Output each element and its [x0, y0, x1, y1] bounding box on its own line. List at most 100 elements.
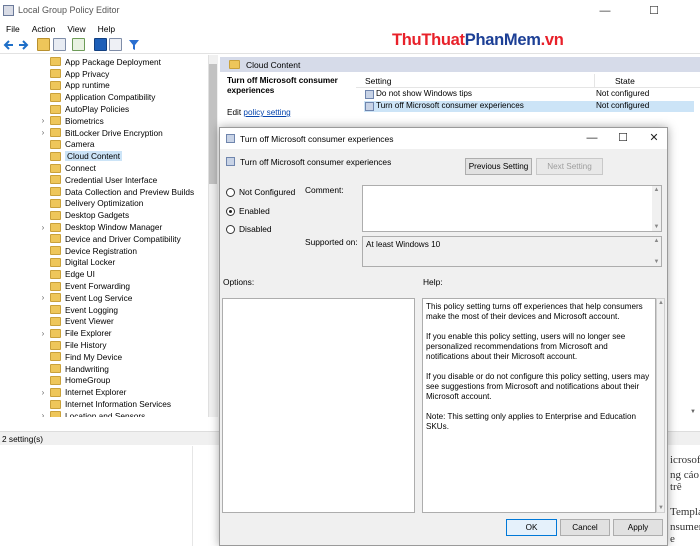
background-text-fragment: Templat	[670, 506, 700, 518]
scroll-up-icon[interactable]: ▲	[657, 300, 665, 306]
chevron-right-icon[interactable]: ›	[39, 128, 47, 137]
next-setting-button[interactable]: Next Setting	[536, 158, 603, 175]
scroll-down-icon[interactable]: ▼	[657, 505, 665, 511]
comment-textarea[interactable]: ▲ ▼	[362, 185, 662, 232]
tree-item[interactable]: Credential User Interface	[41, 174, 157, 186]
chevron-right-icon[interactable]: ›	[39, 388, 47, 397]
export-list-icon[interactable]	[72, 38, 85, 51]
properties-icon[interactable]	[109, 38, 122, 51]
tree-item[interactable]: AutoPlay Policies	[41, 103, 129, 115]
tree-item[interactable]: › File Explorer	[41, 327, 112, 339]
tree-item[interactable]: Data Collection and Preview Builds	[41, 186, 194, 198]
tree-item[interactable]: App Package Deployment	[41, 56, 161, 68]
help-icon[interactable]	[94, 38, 107, 51]
tree-item[interactable]: Digital Locker	[41, 257, 115, 269]
radio-dot-selected	[226, 206, 235, 216]
cancel-button[interactable]: Cancel	[560, 519, 610, 536]
help-panel: This policy setting turns off experience…	[422, 298, 656, 513]
edit-policy-link[interactable]: policy setting	[243, 108, 290, 117]
chevron-right-icon[interactable]: ›	[39, 223, 47, 232]
tree-item[interactable]: Camera	[41, 139, 95, 151]
tree-item[interactable]: Edge UI	[41, 268, 95, 280]
tree-item[interactable]: Handwriting	[41, 363, 109, 375]
toolbar	[0, 36, 700, 54]
dialog-maximize-button[interactable]: ☐	[609, 130, 637, 147]
background-divider	[192, 446, 193, 546]
tree-item-selected[interactable]: Cloud Content	[41, 150, 123, 162]
tree-item[interactable]: Event Forwarding	[41, 280, 130, 292]
radio-dot	[226, 187, 235, 197]
radio-disabled[interactable]: Disabled	[226, 224, 272, 234]
tree-item[interactable]: Desktop Gadgets	[41, 209, 129, 221]
tree-scrollbar-thumb[interactable]	[209, 64, 217, 184]
tree-item[interactable]: Application Compatibility	[41, 91, 155, 103]
tree-item-label: Event Log Service	[65, 292, 133, 303]
show-hide-tree-icon[interactable]	[53, 38, 66, 51]
tree-item[interactable]: File History	[41, 339, 107, 351]
policy-setting-icon	[226, 157, 235, 166]
tree-item[interactable]: › Internet Explorer	[39, 386, 127, 398]
radio-enabled[interactable]: Enabled	[226, 206, 270, 216]
scroll-down-icon[interactable]: ▼	[652, 224, 661, 230]
dialog-close-button[interactable]: ✕	[640, 130, 668, 147]
back-arrow-icon[interactable]	[3, 39, 15, 51]
up-folder-icon[interactable]	[37, 38, 50, 51]
scroll-down-icon[interactable]: ▼	[652, 259, 661, 265]
tree-item[interactable]: Event Logging	[41, 304, 118, 316]
menu-file[interactable]: File	[0, 22, 26, 36]
menu-view[interactable]: View	[61, 22, 91, 36]
chevron-right-icon[interactable]: ›	[39, 411, 47, 417]
help-scrollbar[interactable]: ▲ ▼	[656, 298, 665, 513]
column-state[interactable]: State	[615, 76, 635, 86]
tree-item[interactable]: Device Registration	[41, 245, 137, 257]
dialog-minimize-button[interactable]: —	[578, 130, 606, 147]
ok-button[interactable]: OK	[506, 519, 557, 536]
minimize-button[interactable]: —	[590, 2, 620, 20]
chevron-right-icon[interactable]: ›	[39, 293, 47, 302]
filter-icon[interactable]	[128, 39, 140, 51]
tree-item[interactable]: Internet Information Services	[41, 398, 171, 410]
comment-scrollbar[interactable]: ▲ ▼	[652, 186, 661, 231]
previous-setting-button[interactable]: Previous Setting	[465, 158, 532, 175]
tree-item[interactable]: › Desktop Window Manager	[39, 221, 163, 233]
tree-item-label: Data Collection and Preview Builds	[65, 186, 195, 197]
scroll-up-icon[interactable]: ▲	[652, 187, 661, 193]
tree-item[interactable]: › Event Log Service	[39, 292, 133, 304]
folder-icon	[50, 293, 61, 303]
forward-arrow-icon[interactable]	[17, 39, 29, 51]
radio-dot	[226, 224, 235, 234]
tree-item[interactable]: Delivery Optimization	[41, 198, 143, 210]
tree-item[interactable]: App Privacy	[41, 68, 109, 80]
tree-item[interactable]: › Location and Sensors	[41, 410, 145, 417]
tree-item[interactable]: Event Viewer	[41, 316, 114, 328]
watermark-logo: ThuThuatPhanMem.vn	[392, 31, 564, 50]
tree-item[interactable]: › Biometrics	[41, 115, 104, 127]
tree-item[interactable]: Connect	[41, 162, 96, 174]
tree-item[interactable]: App runtime	[41, 80, 110, 92]
policy-dialog: Turn off Microsoft consumer experiences …	[219, 127, 668, 546]
settings-row-selected[interactable]: Turn off Microsoft consumer experiences …	[364, 101, 694, 112]
tree-item[interactable]: Device and Driver Compatibility	[41, 233, 181, 245]
menu-action[interactable]: Action	[26, 22, 62, 36]
column-setting[interactable]: Setting	[365, 76, 391, 86]
tree-item[interactable]: Find My Device	[41, 351, 122, 363]
supported-on-value: At least Windows 10	[366, 240, 441, 249]
tree-item[interactable]: HomeGroup	[41, 375, 110, 387]
chevron-right-icon[interactable]: ›	[39, 116, 47, 125]
folder-icon	[50, 234, 61, 244]
tree-item-label: Find My Device	[65, 351, 123, 362]
apply-button[interactable]: Apply	[613, 519, 663, 536]
scroll-up-icon[interactable]: ▲	[652, 238, 661, 244]
tree-item-label: Event Viewer	[65, 316, 114, 327]
supported-scrollbar[interactable]: ▲ ▼	[652, 237, 661, 266]
folder-icon	[50, 281, 61, 291]
maximize-button[interactable]: ☐	[639, 2, 669, 20]
chevron-right-icon[interactable]: ›	[39, 329, 47, 338]
radio-not-configured[interactable]: Not Configured	[226, 187, 295, 197]
tree-item-label: File History	[65, 340, 107, 351]
menu-help[interactable]: Help	[92, 22, 121, 36]
settings-row[interactable]: Do not show Windows tips Not configured	[364, 89, 694, 100]
window-title: Local Group Policy Editor	[18, 5, 120, 15]
pane-scroll-arrow-icon[interactable]: ▼	[690, 409, 700, 417]
tree-item[interactable]: › BitLocker Drive Encryption	[41, 127, 163, 139]
